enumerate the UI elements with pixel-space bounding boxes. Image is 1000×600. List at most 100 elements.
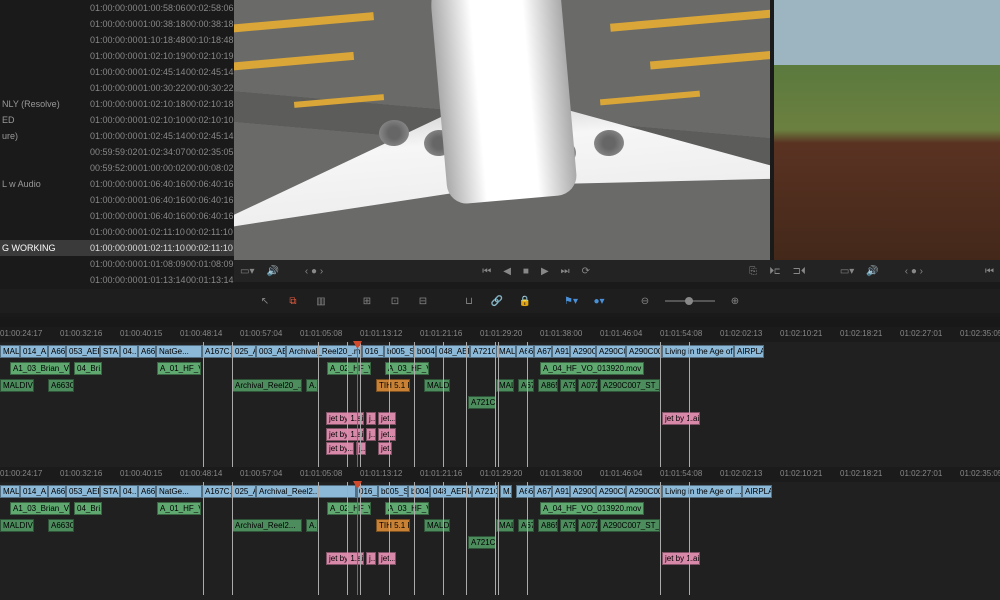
timeline-clip[interactable]: 025_AE... xyxy=(232,485,256,498)
timeline-clip[interactable]: MALDIV... xyxy=(0,485,20,498)
timeline-clip[interactable]: Archival_Reel2... xyxy=(232,519,302,532)
timeline-clip[interactable]: MALDIVE... xyxy=(0,379,34,392)
timeline-clip[interactable]: Archival_Reel2... xyxy=(256,485,356,498)
first-frame-icon[interactable]: ⏮ xyxy=(482,266,491,277)
timeline-clip[interactable]: A_02_HF_V... xyxy=(327,362,371,375)
lock-icon[interactable]: 🔒 xyxy=(518,294,532,308)
timeline-clip[interactable]: A290C007... xyxy=(626,345,662,358)
timeline-clip[interactable]: jet by... xyxy=(326,442,354,455)
timeline-clip[interactable]: NatGe... xyxy=(156,485,202,498)
media-pool-row[interactable]: 01:00:00:0001:01:08:0900:01:08:09 xyxy=(0,256,234,272)
timeline-clip[interactable]: jet by 1.aif xyxy=(662,552,700,565)
timeline-clip[interactable]: A66... xyxy=(138,345,156,358)
timeline-tracks-1[interactable]: MALDIV...014_A...A66...053_AERIA...STA..… xyxy=(0,342,1000,467)
flag-icon[interactable]: ⚑▾ xyxy=(564,294,578,308)
timeline-ruler-2[interactable]: 01:00:24:1701:00:32:1601:00:40:1501:00:4… xyxy=(0,467,1000,482)
media-pool-row[interactable]: L w Audio01:00:00:0001:06:40:1600:06:40:… xyxy=(0,176,234,192)
timeline-clip[interactable]: AIRPLAN... xyxy=(734,345,764,358)
timeline-clip[interactable]: A_03_HF_V... xyxy=(385,502,429,515)
timeline-ruler-1[interactable]: 01:00:24:1701:00:32:1601:00:40:1501:00:4… xyxy=(0,327,1000,342)
timeline-clip[interactable]: Living in the Age of ... xyxy=(662,485,742,498)
timeline-clip[interactable]: A79... xyxy=(560,379,576,392)
mute-icon[interactable]: 🔊 xyxy=(266,266,278,277)
timeline-clip[interactable]: A67... xyxy=(534,345,552,358)
zoom-slider[interactable] xyxy=(665,300,715,302)
timeline-clip[interactable]: Archival_Reel20_... xyxy=(232,379,302,392)
timeline-clip[interactable]: 04_Bri... xyxy=(74,362,102,375)
timeline-clip[interactable]: jet... xyxy=(378,428,396,441)
timeline-clip[interactable]: A66... xyxy=(48,485,66,498)
timeline-clip[interactable]: 003_AER... xyxy=(256,345,286,358)
timeline-clip[interactable]: MAL... xyxy=(496,345,516,358)
zoom-in-icon[interactable]: ⊕ xyxy=(728,294,742,308)
timeline-clip[interactable]: A67... xyxy=(534,485,552,498)
timeline-clip[interactable]: A663C... xyxy=(48,379,74,392)
timeline-clip[interactable]: jet... xyxy=(378,442,392,455)
replace-icon[interactable]: ⊟ xyxy=(416,294,430,308)
timeline-clip[interactable]: 053_AERIA... xyxy=(66,485,100,498)
timeline-clip[interactable]: jet... xyxy=(378,552,396,565)
viewer2-mode-icon[interactable]: ▭▾ xyxy=(840,266,854,277)
timeline-clip[interactable]: 016_A... xyxy=(356,485,378,498)
timeline-clip[interactable]: A072... xyxy=(578,519,598,532)
timeline-clip[interactable]: jet by 1.aif xyxy=(326,428,364,441)
timeline-clip[interactable]: A721C002... xyxy=(468,396,496,409)
zoom-out-icon[interactable]: ⊖ xyxy=(638,294,652,308)
mark-prev2-icon[interactable]: ‹ ● › xyxy=(905,266,923,277)
timeline-clip[interactable]: A663C... xyxy=(48,519,74,532)
timeline-clip[interactable]: TIH 5.1 FX on... xyxy=(376,379,410,392)
in-icon[interactable]: ⏵⊏ xyxy=(769,266,780,277)
timeline-clip[interactable]: jet... xyxy=(378,412,396,425)
timeline-clip[interactable]: A79... xyxy=(560,519,576,532)
media-pool-row[interactable]: 01:00:00:0001:01:13:1400:01:13:14 xyxy=(0,272,234,288)
viewer-mode-icon[interactable]: ▭▾ xyxy=(240,266,254,277)
timeline-clip[interactable]: MALDI... xyxy=(424,379,450,392)
timeline-clip[interactable]: A_01_HF_V... xyxy=(157,362,201,375)
out-icon[interactable]: ⊐⏴ xyxy=(792,266,805,277)
timeline-clip[interactable]: A_04_HF_VO_013920.mov xyxy=(540,362,644,375)
timeline-clip[interactable]: MALDIVE... xyxy=(0,519,34,532)
stop-icon[interactable]: ■ xyxy=(523,266,529,277)
timeline-clip[interactable]: 016_A... xyxy=(362,345,384,358)
timeline-clip[interactable]: MALDI... xyxy=(424,519,450,532)
media-pool-row[interactable]: 01:00:00:0001:02:45:1400:02:45:14 xyxy=(0,64,234,80)
blade-tool-icon[interactable]: ▥ xyxy=(314,294,328,308)
media-pool-row[interactable]: 01:00:00:0001:02:11:1000:02:11:10 xyxy=(0,224,234,240)
timeline-clip[interactable]: b004... xyxy=(408,485,430,498)
media-pool-row[interactable]: 01:00:00:0001:00:58:0600:02:58:06 xyxy=(0,0,234,16)
timeline-area[interactable]: 01:00:24:1701:00:32:1601:00:40:1501:00:4… xyxy=(0,317,1000,600)
timeline-clip[interactable]: A721C002... xyxy=(468,536,496,549)
timeline-clip[interactable]: A1_03_Brian_VO_... xyxy=(10,502,70,515)
media-pool-row[interactable]: 01:00:00:0001:10:18:4800:10:18:48 xyxy=(0,32,234,48)
timeline-clip[interactable]: b005_SF... xyxy=(378,485,408,498)
timeline-clip[interactable]: A290C0... xyxy=(596,485,626,498)
media-pool-row[interactable]: 01:00:00:0001:00:30:2200:00:30:22 xyxy=(0,80,234,96)
timeline-clip[interactable]: A865... xyxy=(538,379,558,392)
arrow-tool-icon[interactable]: ↖ xyxy=(258,294,272,308)
loop-icon[interactable]: ⟳ xyxy=(582,266,590,277)
timeline-clip[interactable]: Archival_Reel20_.mov xyxy=(286,345,362,358)
timeline-clip[interactable]: 014_A... xyxy=(20,485,48,498)
media-pool-row[interactable]: 01:00:00:0001:06:40:1600:06:40:16 xyxy=(0,192,234,208)
insert-icon[interactable]: ⊞ xyxy=(360,294,374,308)
playhead-2[interactable] xyxy=(357,482,358,595)
marker-icon[interactable]: ●▾ xyxy=(592,294,606,308)
timeline-clip[interactable]: A66... xyxy=(516,485,534,498)
timeline-clip[interactable]: MAL... xyxy=(496,519,514,532)
timeline-clip[interactable]: A721C0... xyxy=(472,485,498,498)
mute2-icon[interactable]: 🔊 xyxy=(866,266,878,277)
timeline-clip[interactable]: TIH 5.1 FX on... xyxy=(376,519,410,532)
timeline-clip[interactable]: A290C0... xyxy=(570,345,596,358)
timeline-clip[interactable]: j... xyxy=(366,412,376,425)
timeline-clip[interactable]: A290C007_ST_MAART... xyxy=(600,519,660,532)
link-icon[interactable]: 🔗 xyxy=(490,294,504,308)
timeline-clip[interactable]: 04... xyxy=(120,345,138,358)
timeline-clip[interactable]: A721C0... xyxy=(470,345,496,358)
timeline-clip[interactable]: jet by 1.aif xyxy=(326,552,364,565)
timeline-clip[interactable]: b004... xyxy=(414,345,436,358)
timeline-clip[interactable]: A167C... xyxy=(202,345,232,358)
timeline-clip[interactable]: A1_03_Brian_VO_... xyxy=(10,362,70,375)
timeline-clip[interactable]: A66... xyxy=(516,345,534,358)
timeline-clip[interactable]: A91... xyxy=(552,485,570,498)
timeline-clip[interactable]: 04_Bri... xyxy=(74,502,102,515)
